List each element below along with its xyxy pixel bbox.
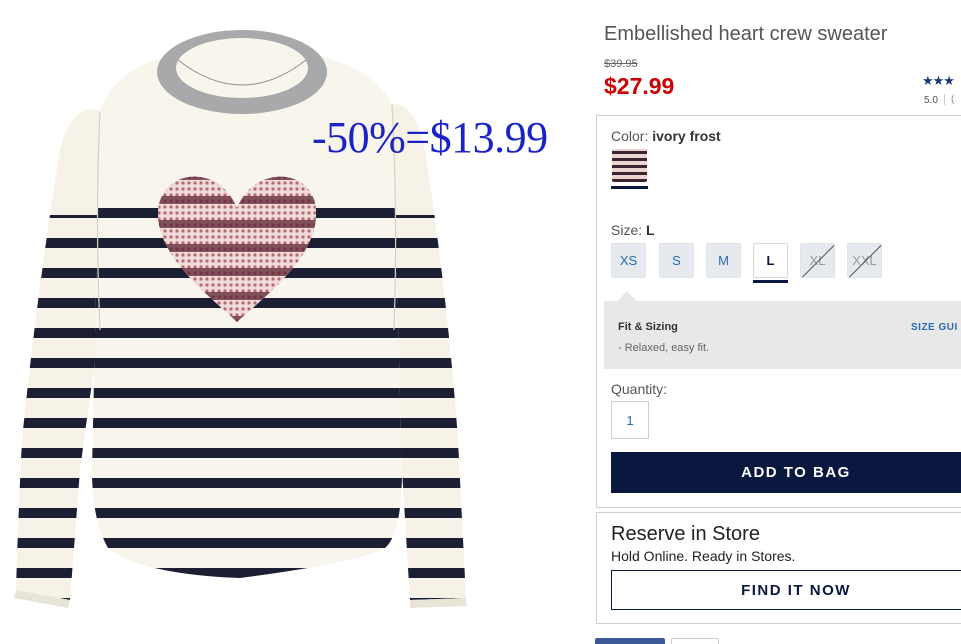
fit-detail-text: - Relaxed, easy fit. [618, 342, 710, 354]
size-label: Size: L [611, 222, 655, 238]
rating-value: 5.0 [924, 95, 938, 106]
quantity-label: Quantity: [611, 381, 668, 397]
reserve-title: Reserve in Store [611, 523, 760, 545]
color-label-text: Color: [611, 128, 649, 144]
sweater-illustration [14, 30, 467, 608]
color-selected-value: ivory frost [652, 128, 721, 144]
swatch-pattern [612, 149, 647, 182]
quantity-input[interactable] [611, 401, 649, 439]
rating-stars-icon[interactable]: ★★★ [922, 73, 955, 89]
original-price: $39.95 [604, 58, 638, 70]
fit-sizing-title: Fit & Sizing [618, 321, 678, 333]
sale-price: $27.99 [604, 73, 675, 99]
pinterest-share-button[interactable] [671, 638, 719, 644]
size-option-xs[interactable]: XS [611, 243, 646, 278]
color-swatch-selected-indicator [611, 186, 648, 189]
fit-sizing-box [604, 301, 961, 369]
size-option-s[interactable]: S [659, 243, 694, 278]
size-option-m[interactable]: M [706, 243, 741, 278]
color-swatch-ivory-frost[interactable] [612, 149, 647, 182]
facebook-share-button[interactable] [595, 638, 665, 644]
size-option-l[interactable]: L [753, 243, 788, 283]
size-option-xxl[interactable]: XXL [847, 243, 882, 278]
size-selected-value: L [646, 222, 655, 238]
color-label: Color: ivory frost [611, 128, 721, 144]
size-option-xl[interactable]: XL [800, 243, 835, 278]
product-image[interactable] [0, 0, 596, 644]
add-to-bag-button[interactable]: ADD TO BAG [611, 452, 961, 493]
product-title: Embellished heart crew sweater [604, 23, 888, 45]
rating-count[interactable]: ( [944, 94, 954, 105]
find-it-now-button[interactable]: FIND IT NOW [611, 570, 961, 610]
promo-price-overlay: -50%=$13.99 [312, 113, 548, 162]
size-guide-link[interactable]: SIZE GUI [911, 322, 958, 333]
size-label-text: Size: [611, 222, 643, 238]
unavailable-slash-icon [801, 244, 834, 277]
reserve-subtitle: Hold Online. Ready in Stores. [611, 548, 796, 564]
